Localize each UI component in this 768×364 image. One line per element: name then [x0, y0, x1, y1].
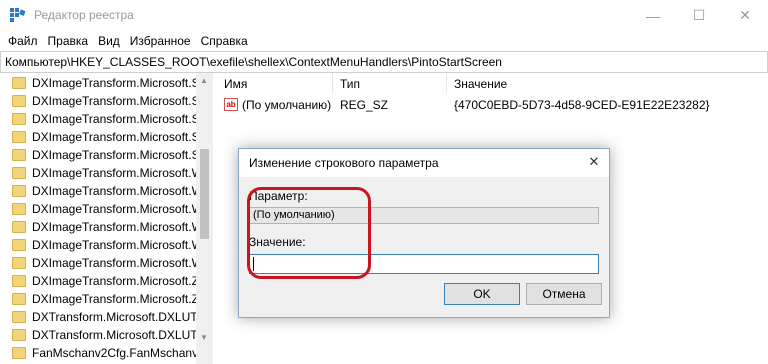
tree-item-label: DXImageTransform.Microsoft.W — [32, 202, 203, 216]
minimize-button[interactable]: — — [630, 0, 676, 31]
list-item[interactable]: ab (По умолчанию) REG_SZ {470C0EBD-5D73-… — [214, 95, 768, 115]
tree-item[interactable]: DXImageTransform.Microsoft.W — [12, 200, 203, 218]
maximize-button[interactable]: ☐ — [676, 0, 722, 31]
folder-icon — [12, 239, 26, 251]
tree-item[interactable]: DXImageTransform.Microsoft.St — [12, 128, 203, 146]
tree-scrollbar[interactable]: ▲ ▼ — [196, 73, 213, 364]
folder-icon — [12, 77, 26, 89]
tree-item-label: DXImageTransform.Microsoft.St — [32, 94, 203, 108]
column-type[interactable]: Тип — [340, 77, 360, 91]
close-button[interactable]: ✕ — [722, 0, 768, 31]
ok-button[interactable]: OK — [444, 283, 520, 305]
scroll-up-icon[interactable]: ▲ — [200, 76, 208, 85]
tree-item[interactable]: DXImageTransform.Microsoft.St — [12, 92, 203, 110]
string-value-icon: ab — [224, 98, 238, 111]
tree-item[interactable]: DXImageTransform.Microsoft.St — [12, 110, 203, 128]
window-title: Редактор реестра — [34, 8, 134, 22]
registry-editor-window: Редактор реестра — ☐ ✕ Файл Правка Вид И… — [0, 0, 768, 364]
tree-item[interactable]: DXImageTransform.Microsoft.Zi — [12, 290, 202, 308]
menu-favorites[interactable]: Избранное — [126, 34, 197, 48]
tree-item[interactable]: DXImageTransform.Microsoft.W — [12, 236, 203, 254]
dialog-title-bar: Изменение строкового параметра ✕ — [239, 149, 609, 177]
dialog-close-button[interactable]: ✕ — [585, 153, 603, 171]
tree-item[interactable]: DXImageTransform.Microsoft.W — [12, 254, 203, 272]
highlight-annotation — [247, 187, 371, 279]
tree-item[interactable]: DXImageTransform.Microsoft.W — [12, 182, 203, 200]
tree-item-label: DXTransform.Microsoft.DXLUTB — [32, 310, 206, 324]
tree-item-label: DXImageTransform.Microsoft.St — [32, 112, 203, 126]
menu-view[interactable]: Вид — [94, 34, 126, 48]
column-divider[interactable] — [332, 73, 333, 93]
folder-icon — [12, 167, 26, 179]
tree-item[interactable]: DXTransform.Microsoft.DXLUTB — [12, 326, 206, 344]
tree-item-label: DXImageTransform.Microsoft.W — [32, 238, 203, 252]
tree-item-label: DXImageTransform.Microsoft.Zi — [32, 274, 202, 288]
tree-item-label: FanMschanv2Cfg.FanMschanv2 — [32, 346, 205, 360]
folder-icon — [12, 113, 26, 125]
menu-file[interactable]: Файл — [4, 34, 44, 48]
folder-icon — [12, 329, 26, 341]
tree-item-label: DXImageTransform.Microsoft.St — [32, 130, 203, 144]
tree-item-label: DXTransform.Microsoft.DXLUTB — [32, 328, 206, 342]
scroll-down-icon[interactable]: ▼ — [200, 333, 208, 342]
folder-icon — [12, 221, 26, 233]
folder-icon — [12, 257, 26, 269]
registry-editor-icon — [10, 8, 26, 22]
tree-item-label: DXImageTransform.Microsoft.Sp — [32, 76, 207, 90]
list-header: Имя Тип Значение — [214, 73, 768, 93]
folder-icon — [12, 149, 26, 161]
column-divider[interactable] — [446, 73, 447, 93]
menu-bar: Файл Правка Вид Избранное Справка — [0, 31, 768, 51]
folder-icon — [12, 203, 26, 215]
tree-item-label: DXImageTransform.Microsoft.W — [32, 220, 203, 234]
folder-icon — [12, 131, 26, 143]
address-bar[interactable]: Компьютер\HKEY_CLASSES_ROOT\exefile\shel… — [0, 51, 768, 73]
value-name: (По умолчанию) — [242, 98, 332, 112]
title-bar: Редактор реестра — ☐ ✕ — [0, 0, 768, 31]
folder-icon — [12, 293, 26, 305]
column-value[interactable]: Значение — [454, 77, 507, 91]
menu-help[interactable]: Справка — [197, 34, 254, 48]
dialog-title: Изменение строкового параметра — [249, 156, 439, 170]
menu-edit[interactable]: Правка — [44, 34, 95, 48]
tree-item[interactable]: DXTransform.Microsoft.DXLUTB — [12, 308, 206, 326]
folder-icon — [12, 95, 26, 107]
key-tree: DXImageTransform.Microsoft.Sp DXImageTra… — [0, 73, 213, 364]
value-data: {470C0EBD-5D73-4d58-9CED-E91E22E23282} — [454, 98, 710, 112]
folder-icon — [12, 185, 26, 197]
scroll-thumb[interactable] — [200, 149, 209, 239]
tree-item-label: DXImageTransform.Microsoft.Zi — [32, 292, 202, 306]
folder-icon — [12, 311, 26, 323]
column-name[interactable]: Имя — [224, 77, 247, 91]
folder-icon — [12, 347, 26, 359]
tree-item-label: DXImageTransform.Microsoft.St — [32, 148, 203, 162]
cancel-button[interactable]: Отмена — [526, 283, 602, 305]
tree-item[interactable]: DXImageTransform.Microsoft.St — [12, 146, 203, 164]
tree-item-label: DXImageTransform.Microsoft.W — [32, 184, 203, 198]
tree-item-label: DXImageTransform.Microsoft.W — [32, 166, 203, 180]
value-type: REG_SZ — [340, 98, 389, 112]
tree-item[interactable]: DXImageTransform.Microsoft.Sp — [12, 74, 206, 92]
tree-item[interactable]: DXImageTransform.Microsoft.Zi — [12, 272, 202, 290]
tree-item-label: DXImageTransform.Microsoft.W — [32, 256, 203, 270]
tree-item[interactable]: DXImageTransform.Microsoft.W — [12, 164, 203, 182]
folder-icon — [12, 275, 26, 287]
tree-item[interactable]: DXImageTransform.Microsoft.W — [12, 218, 203, 236]
tree-item[interactable]: FanMschanv2Cfg.FanMschanv2 — [12, 344, 205, 362]
